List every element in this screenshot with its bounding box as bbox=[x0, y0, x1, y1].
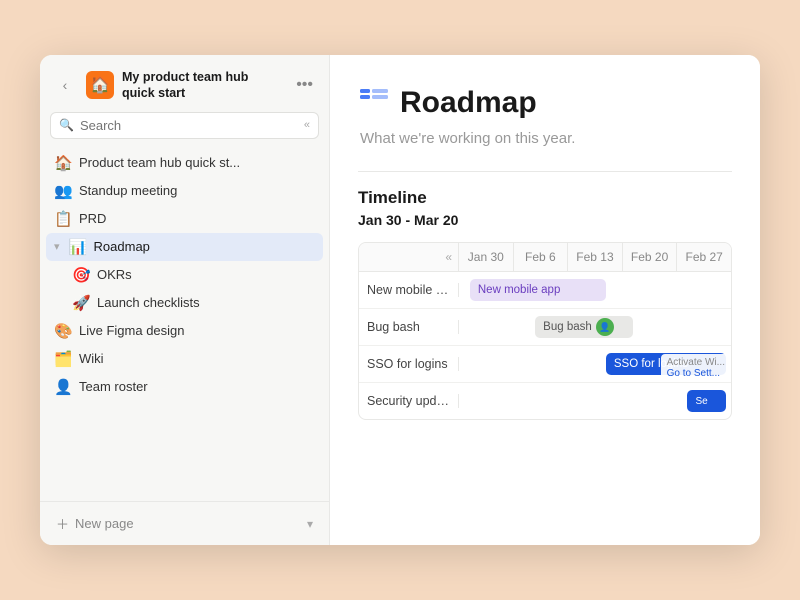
date-cell-feb27: Feb 27 bbox=[677, 243, 731, 271]
sidebar-item-wiki[interactable]: 🗂️ Wiki bbox=[46, 345, 323, 373]
workspace-icon: 🏠 bbox=[86, 71, 114, 99]
more-button[interactable]: ••• bbox=[292, 74, 317, 96]
section-title: Timeline bbox=[358, 188, 732, 208]
timeline-date-col: Jan 30 Feb 6 Feb 13 Feb 20 Feb 27 bbox=[459, 243, 731, 271]
main-body: Roadmap What we're working on this year.… bbox=[330, 55, 760, 545]
search-input[interactable] bbox=[80, 118, 298, 133]
bar-label: Bug bash bbox=[543, 321, 592, 333]
sidebar-nav: 🏠 Product team hub quick st... 👥 Standup… bbox=[40, 147, 329, 502]
sidebar-item-roadmap[interactable]: ▾ 📊 Roadmap bbox=[46, 233, 323, 261]
figma-icon: 🎨 bbox=[54, 322, 72, 340]
sidebar-item-label: Team roster bbox=[79, 379, 315, 394]
activate-text: Activate Wi... bbox=[667, 357, 725, 368]
back-button[interactable]: ‹ bbox=[52, 72, 78, 98]
sidebar-item-team-roster[interactable]: 👤 Team roster bbox=[46, 373, 323, 401]
rocket-icon: 🚀 bbox=[72, 294, 90, 312]
wiki-icon: 🗂️ bbox=[54, 350, 72, 368]
sidebar-item-label: Live Figma design bbox=[79, 323, 315, 338]
page-subtitle: What we're working on this year. bbox=[360, 130, 732, 147]
sidebar-item-label: OKRs bbox=[97, 267, 315, 282]
timeline-container: « Jan 30 Feb 6 Feb 13 Feb 20 Feb 27 New … bbox=[358, 242, 732, 420]
sidebar-header: ‹ 🏠 My product team hub quick start ••• bbox=[40, 55, 329, 112]
search-icon: 🔍 bbox=[59, 118, 74, 132]
app-window: ‹ 🏠 My product team hub quick start ••• … bbox=[40, 55, 760, 545]
home-icon: 🏠 bbox=[54, 154, 72, 172]
go-to-settings[interactable]: Go to Sett... bbox=[667, 368, 725, 379]
sidebar-item-label: PRD bbox=[79, 211, 315, 226]
people-icon: 👥 bbox=[54, 182, 72, 200]
person-icon: 👤 bbox=[54, 378, 72, 396]
page-title-area: Roadmap bbox=[358, 83, 732, 122]
date-cell-feb6: Feb 6 bbox=[514, 243, 569, 271]
target-icon: 🎯 bbox=[72, 266, 90, 284]
date-cell-jan30: Jan 30 bbox=[459, 243, 514, 271]
sidebar-item-label: Roadmap bbox=[94, 239, 315, 254]
divider bbox=[358, 171, 732, 172]
row-bars-sso-for-logins: SSO for logins Activate Wi... Go to Sett… bbox=[459, 346, 731, 382]
sidebar-footer: ＋ New page ▾ bbox=[40, 501, 329, 545]
sidebar-item-okrs[interactable]: 🎯 OKRs bbox=[46, 261, 323, 289]
clipboard-icon: 📋 bbox=[54, 210, 72, 228]
timeline-row-security-updates: Security updates Se bbox=[359, 383, 731, 419]
timeline-label-col: « bbox=[359, 243, 459, 271]
sidebar-item-label: Product team hub quick st... bbox=[79, 155, 315, 170]
page-title: Roadmap bbox=[400, 86, 537, 120]
row-bars-bug-bash: Bug bash 👤 bbox=[459, 309, 731, 345]
bar-label: Se bbox=[695, 396, 707, 407]
collapse-timeline-button[interactable]: « bbox=[445, 250, 452, 264]
row-label-sso-for-logins: SSO for logins bbox=[359, 357, 459, 371]
roadmap-page-icon bbox=[358, 83, 390, 122]
date-range: Jan 30 - Mar 20 bbox=[358, 212, 732, 228]
sidebar-item-standup-meeting[interactable]: 👥 Standup meeting bbox=[46, 177, 323, 205]
bar-new-mobile-app[interactable]: New mobile app bbox=[470, 279, 606, 301]
timeline-row-new-mobile-app: New mobile app New mobile app bbox=[359, 272, 731, 309]
date-cell-feb20: Feb 20 bbox=[623, 243, 678, 271]
sidebar-item-live-figma-design[interactable]: 🎨 Live Figma design bbox=[46, 317, 323, 345]
sidebar-item-label: Launch checklists bbox=[97, 295, 315, 310]
search-bar: 🔍 « bbox=[50, 112, 319, 139]
timeline-row-bug-bash: Bug bash Bug bash 👤 bbox=[359, 309, 731, 346]
plus-icon: ＋ bbox=[56, 514, 69, 533]
timeline-header: « Jan 30 Feb 6 Feb 13 Feb 20 Feb 27 bbox=[359, 243, 731, 272]
date-cell-feb13: Feb 13 bbox=[568, 243, 623, 271]
sidebar-item-label: Standup meeting bbox=[79, 183, 315, 198]
timeline-row-sso-for-logins: SSO for logins SSO for logins Activate W… bbox=[359, 346, 731, 383]
avatar-bug-bash: 👤 bbox=[596, 318, 614, 336]
bar-bug-bash[interactable]: Bug bash 👤 bbox=[535, 316, 633, 338]
new-page-label: New page bbox=[75, 516, 134, 531]
sidebar-item-launch-checklists[interactable]: 🚀 Launch checklists bbox=[46, 289, 323, 317]
row-bars-new-mobile-app: New mobile app bbox=[459, 272, 731, 308]
roadmap-icon: 📊 bbox=[69, 238, 87, 256]
collapse-sidebar-button[interactable]: « bbox=[304, 119, 310, 131]
sidebar-item-product-team-hub[interactable]: 🏠 Product team hub quick st... bbox=[46, 149, 323, 177]
row-label-new-mobile-app: New mobile app bbox=[359, 283, 459, 297]
sidebar-item-prd[interactable]: 📋 PRD bbox=[46, 205, 323, 233]
sidebar-item-label: Wiki bbox=[79, 351, 315, 366]
bar-security-updates[interactable]: Se bbox=[687, 390, 725, 412]
chevron-icon: ▾ bbox=[54, 240, 60, 253]
activate-overlay: Activate Wi... Go to Sett... bbox=[661, 354, 731, 382]
row-label-security-updates: Security updates bbox=[359, 394, 459, 408]
chevron-down-icon: ▾ bbox=[307, 517, 313, 531]
row-bars-security-updates: Se bbox=[459, 383, 731, 419]
workspace-title: My product team hub quick start bbox=[122, 69, 284, 102]
new-page-button[interactable]: ＋ New page ▾ bbox=[50, 510, 319, 537]
bar-label: New mobile app bbox=[478, 284, 560, 296]
sidebar: ‹ 🏠 My product team hub quick start ••• … bbox=[40, 55, 330, 545]
main-content: Roadmap What we're working on this year.… bbox=[330, 55, 760, 545]
row-label-bug-bash: Bug bash bbox=[359, 320, 459, 334]
